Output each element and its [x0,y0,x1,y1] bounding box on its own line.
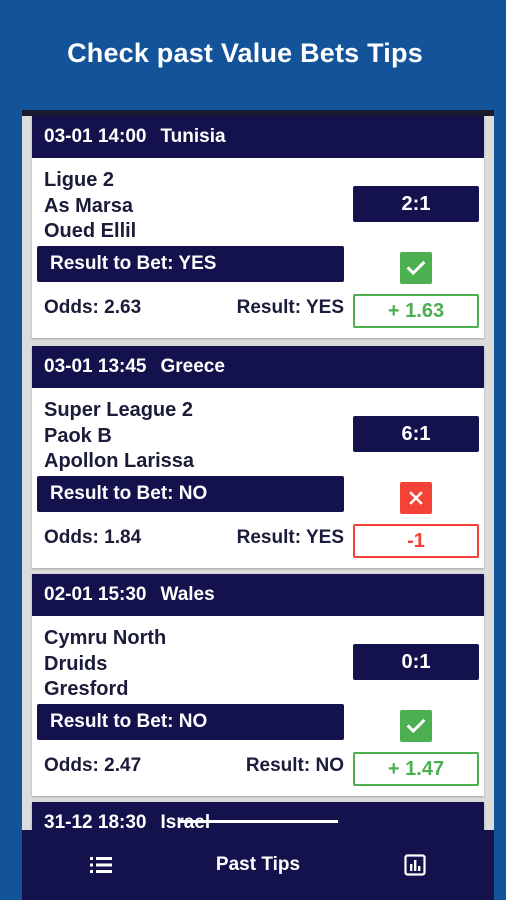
tip-league: Super League 2 [44,399,193,421]
tip-league: Ligue 2 [44,169,115,191]
tip-odds: Odds: 1.84 [44,527,142,548]
tip-away-team: Gresford [44,678,129,700]
tip-away-team: Oued Ellil [44,220,137,242]
tip-teams: Super League 2 Paok B Apollon Larissa [44,398,194,475]
tip-home-team: Druids [44,652,108,675]
tip-card[interactable]: 03-01 13:45 Greece Super League 2 Paok B… [32,346,484,568]
tip-away-team: Apollon Larissa [44,450,195,472]
tip-date: 03-01 13:45 [44,356,147,377]
tip-score: 2:1 [353,186,479,222]
cross-icon [400,482,432,514]
tip-card[interactable]: 03-01 14:00 Tunisia Ligue 2 As Marsa Oue… [32,116,484,338]
tip-date: 02-01 15:30 [44,584,147,605]
check-icon [400,710,432,742]
tip-card-header: 03-01 13:45 Greece [32,346,484,388]
tip-profit: -1 [353,524,479,558]
tip-country: Tunisia [160,126,226,147]
tip-odds: Odds: 2.47 [44,755,142,776]
tip-card-header: 02-01 15:30 Wales [32,574,484,616]
tip-result: Result: YES [236,297,344,318]
check-icon [400,252,432,284]
tip-card-header: 03-01 14:00 Tunisia [32,116,484,158]
tip-home-team: Paok B [44,424,112,447]
promo-title: Check past Value Bets Tips [67,38,423,68]
tip-profit: + 1.63 [353,294,479,328]
app-screen: 03-01 14:00 Tunisia Ligue 2 As Marsa Oue… [22,110,494,900]
tip-result: Result: NO [245,755,344,776]
tip-teams: Ligue 2 As Marsa Oued Ellil [44,168,136,245]
tip-score: 0:1 [353,644,479,680]
nav-active-indicator [180,820,338,823]
tip-score: 6:1 [353,416,479,452]
result-to-bet: Result to Bet: NO [37,476,344,512]
bottom-nav: Past Tips [22,830,494,900]
tip-league: Cymru North [44,627,167,649]
tip-country: Wales [160,584,215,605]
chart-icon[interactable] [402,852,428,878]
tip-teams: Cymru North Druids Gresford [44,626,166,703]
tip-home-team: As Marsa [44,194,133,217]
tip-result: Result: YES [236,527,344,548]
result-to-bet: Result to Bet: NO [37,704,344,740]
list-icon[interactable] [88,852,114,878]
tip-country: Greece [160,356,225,377]
tip-profit: + 1.47 [353,752,479,786]
tip-date: 03-01 14:00 [44,126,147,147]
tip-card[interactable]: 02-01 15:30 Wales Cymru North Druids Gre… [32,574,484,796]
result-to-bet: Result to Bet: YES [37,246,344,282]
tip-odds: Odds: 2.63 [44,297,142,318]
